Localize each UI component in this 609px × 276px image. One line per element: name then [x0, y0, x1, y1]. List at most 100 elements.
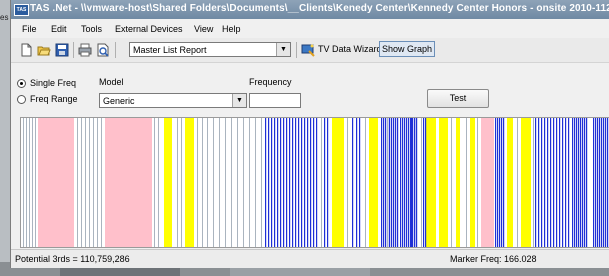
band-gray-line — [26, 118, 27, 247]
status-bar: Potential 3rds = 110,759,286 Marker Freq… — [11, 249, 609, 268]
menu-help[interactable]: Help — [222, 24, 241, 34]
band-blue-line — [391, 118, 393, 247]
band-blue-line — [565, 118, 567, 247]
freq-range-label: Freq Range — [30, 94, 78, 104]
band-blue-line — [400, 118, 402, 247]
toolbar-separator — [296, 42, 297, 58]
save-icon[interactable] — [55, 43, 69, 57]
model-select[interactable]: Generic ▼ — [99, 93, 247, 108]
model-select-value: Generic — [103, 96, 135, 106]
report-select[interactable]: Master List Report ▼ — [129, 42, 291, 57]
band-blue-line — [541, 118, 543, 247]
band-blue-line — [423, 118, 425, 247]
band-blue-line — [304, 118, 306, 247]
band-blue-line — [389, 118, 391, 247]
band-gray-line — [181, 118, 182, 247]
band-blue-line — [352, 118, 354, 247]
band-blue-line — [501, 118, 503, 247]
print-preview-icon[interactable] — [96, 43, 110, 57]
chevron-down-icon[interactable]: ▼ — [276, 43, 290, 56]
band-blue-line — [408, 118, 410, 247]
band-blue-line — [313, 118, 315, 247]
menu-edit[interactable]: Edit — [51, 24, 67, 34]
band-blue-line — [310, 118, 312, 247]
band-gray-line — [225, 118, 226, 247]
band-gray-line — [177, 118, 178, 247]
band-gray-line — [93, 118, 94, 247]
band-gray-line — [243, 118, 244, 247]
band-gray-line — [202, 118, 203, 247]
band-gray-line — [23, 118, 24, 247]
desktop-background-left: es — [0, 0, 10, 276]
band-blue-line — [356, 118, 358, 247]
band-gray-line — [219, 118, 220, 247]
menu-tools[interactable]: Tools — [81, 24, 102, 34]
menu-file[interactable]: File — [22, 24, 37, 34]
band-blue-line — [556, 118, 558, 247]
tv-wizard-icon — [301, 44, 315, 57]
band-yellow — [426, 118, 436, 247]
band-blue-line — [574, 118, 576, 247]
band-blue-line — [553, 118, 555, 247]
band-blue-line — [406, 118, 408, 247]
menu-view[interactable]: View — [194, 24, 213, 34]
band-blue-line — [603, 118, 605, 247]
band-yellow — [456, 118, 460, 247]
band-blue-line — [550, 118, 552, 247]
band-blue-line — [544, 118, 546, 247]
band-gray-line — [387, 118, 388, 247]
band-blue-line — [411, 118, 413, 247]
tv-data-wizard-label: TV Data Wizard — [318, 44, 382, 54]
band-blue-line — [280, 118, 282, 247]
band-blue-line — [301, 118, 303, 247]
band-gray-line — [32, 118, 33, 247]
band-blue-line — [385, 118, 387, 247]
band-blue-line — [414, 118, 416, 247]
new-file-icon[interactable] — [19, 43, 33, 57]
band-blue-line — [395, 118, 397, 247]
band-blue-line — [327, 118, 329, 247]
frequency-graph[interactable] — [20, 117, 609, 248]
band-gray-line — [231, 118, 232, 247]
band-blue-line — [568, 118, 570, 247]
band-yellow — [332, 118, 344, 247]
band-pink — [38, 118, 74, 247]
band-blue-line — [576, 118, 578, 247]
freq-range-radio[interactable] — [17, 95, 26, 104]
band-blue-line — [289, 118, 291, 247]
band-blue-line — [324, 118, 326, 247]
band-gray-line — [97, 118, 98, 247]
toolbar: Master List Report ▼ TV Data Wizard Show… — [11, 38, 609, 63]
show-graph-button[interactable]: Show Graph — [379, 41, 435, 57]
band-blue-line — [538, 118, 540, 247]
toolbar-separator — [115, 42, 116, 58]
frequency-controls: Single Freq Freq Range Model Generic ▼ F… — [11, 63, 609, 115]
band-gray-line — [29, 118, 30, 247]
band-blue-line — [277, 118, 279, 247]
title-bar[interactable]: TAS TAS .Net - \\vmware-host\Shared Fold… — [11, 0, 609, 19]
band-blue-line — [402, 118, 404, 247]
band-blue-line — [416, 118, 418, 247]
test-button[interactable]: Test — [427, 89, 489, 108]
print-icon[interactable] — [78, 43, 92, 57]
menu-external-devices[interactable]: External Devices — [115, 24, 183, 34]
chevron-down-icon[interactable]: ▼ — [232, 94, 246, 107]
band-gray-line — [477, 118, 478, 247]
band-blue-line — [605, 118, 607, 247]
band-blue-line — [601, 118, 603, 247]
band-gray-line — [451, 118, 452, 247]
band-yellow — [439, 118, 448, 247]
band-blue-line — [499, 118, 501, 247]
frequency-input[interactable] — [249, 93, 301, 108]
frequency-graph-canvas — [23, 118, 609, 247]
open-folder-icon[interactable] — [37, 43, 51, 57]
band-gray-line — [466, 118, 467, 247]
band-blue-line — [271, 118, 273, 247]
band-gray-line — [249, 118, 250, 247]
band-yellow — [369, 118, 378, 247]
band-gray-line — [207, 118, 208, 247]
frequency-label: Frequency — [249, 77, 292, 87]
band-blue-line — [586, 118, 588, 247]
band-gray-line — [213, 118, 214, 247]
single-freq-radio[interactable] — [17, 79, 26, 88]
